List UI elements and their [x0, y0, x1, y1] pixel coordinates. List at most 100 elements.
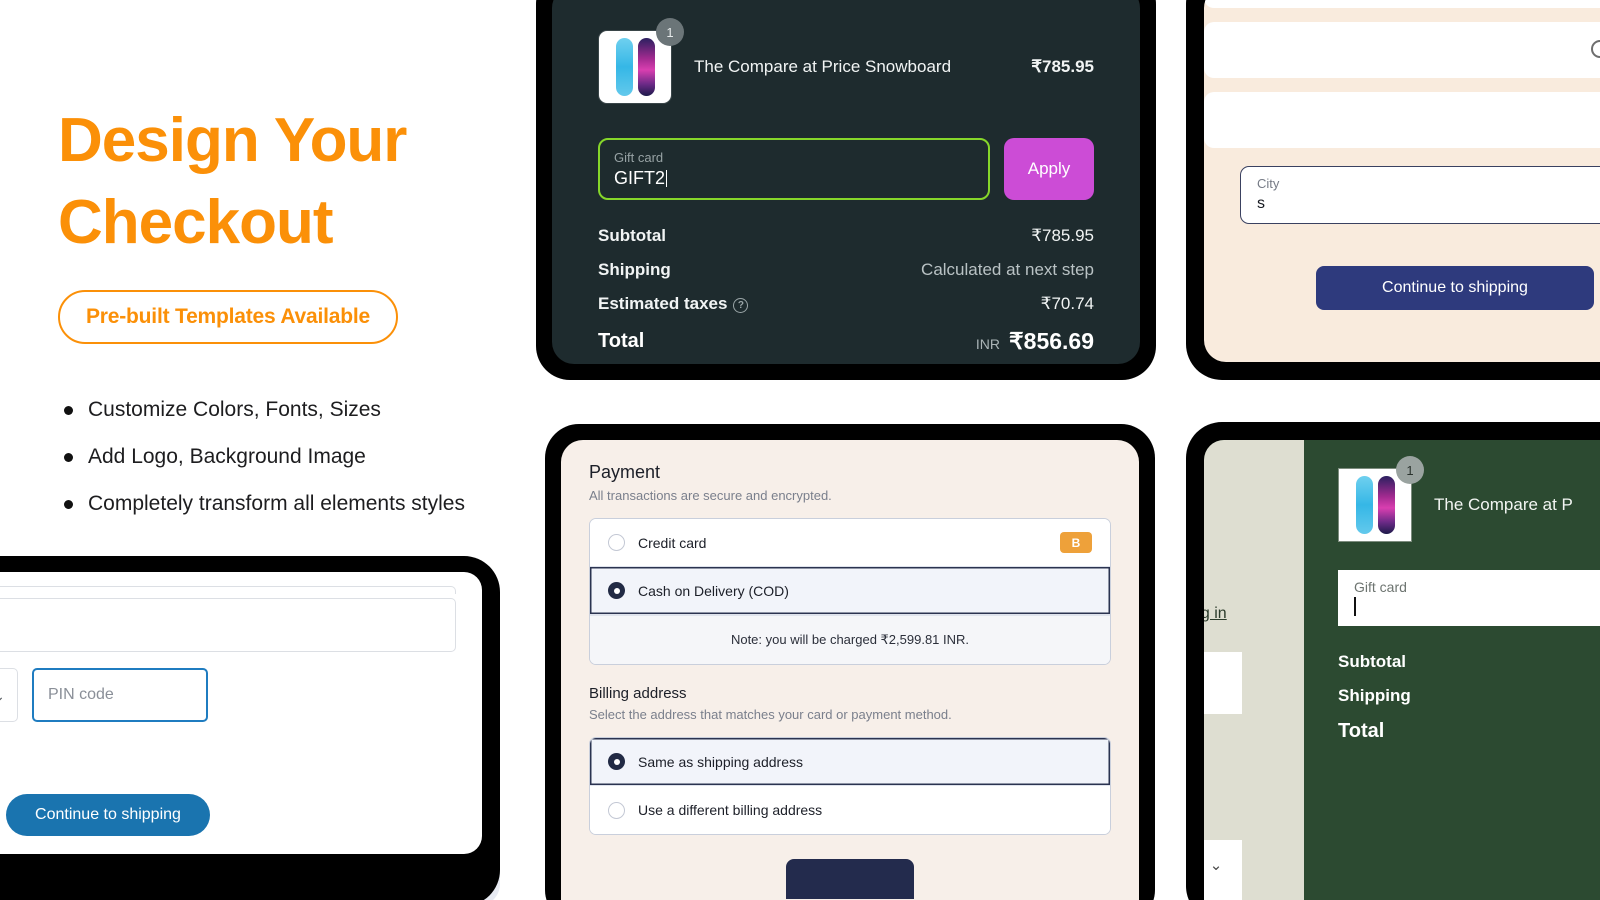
- shipping-address-card: etc. (optional) State Madhya Pradesh ⌄ P…: [0, 572, 482, 854]
- hero-title-line-2: Checkout: [58, 188, 333, 257]
- city-input[interactable]: City s: [1240, 166, 1600, 224]
- summary-value: Calculated at next step: [921, 260, 1094, 279]
- state-select[interactable]: State Madhya Pradesh ⌄: [0, 668, 18, 722]
- apply-button[interactable]: Apply: [1004, 138, 1094, 200]
- address-field-partial[interactable]: [0, 586, 456, 594]
- radio-icon[interactable]: [608, 801, 625, 819]
- radio-selected-icon[interactable]: [608, 753, 625, 770]
- gift-card-input[interactable]: Gift card: [1338, 570, 1600, 626]
- text-cursor: [666, 170, 668, 187]
- payment-device-frame: Payment All transactions are secure and …: [545, 424, 1155, 900]
- green-summary-panel: 1 The Compare at P Gift card Subtotal Sh…: [1304, 440, 1600, 900]
- pay-now-button[interactable]: [786, 859, 914, 899]
- radio-icon[interactable]: [608, 534, 625, 551]
- card-brand-badge: B: [1060, 532, 1092, 553]
- summary-label: Estimated taxes?: [598, 294, 749, 314]
- product-price: ₹785.95: [1031, 57, 1094, 76]
- hero-title-line-1: Design Your: [58, 106, 407, 175]
- gift-card-value: GIFT2: [614, 168, 668, 188]
- pin-code-input[interactable]: PIN code: [32, 668, 208, 722]
- snowboard-purple-icon: [637, 38, 655, 96]
- billing-option-same[interactable]: Same as shipping address: [590, 738, 1110, 786]
- payment-subtitle: All transactions are secure and encrypte…: [589, 488, 832, 503]
- bullet-icon: [64, 453, 73, 462]
- total-label: Total: [598, 330, 645, 352]
- billing-title: Billing address: [589, 685, 687, 702]
- log-in-link[interactable]: og in: [1204, 605, 1227, 623]
- product-thumbnail-wrap: 1: [598, 18, 684, 104]
- summary-row-taxes: Estimated taxes? ₹70.74: [598, 294, 1094, 314]
- product-name: The Compare at Price Snowboard: [694, 57, 952, 76]
- green-checkout-card: og in ⌄ 1 The Compare at P: [1204, 440, 1600, 900]
- list-item: Add Logo, Background Image: [58, 443, 528, 471]
- total-currency: INR: [975, 336, 1001, 352]
- bullet-icon: [64, 500, 73, 509]
- address-row: State Madhya Pradesh ⌄ PIN code: [0, 668, 456, 722]
- save-info-label: mation for next time: [0, 740, 456, 758]
- hero-section: Design Your Checkout Pre-built Templates…: [58, 100, 528, 537]
- page-title: Design Your Checkout: [58, 100, 528, 264]
- templates-badge: Pre-built Templates Available: [58, 290, 399, 344]
- payment-note: Note: you will be charged ₹2,599.81 INR.: [590, 615, 1110, 664]
- summary-label: Shipping: [1338, 686, 1411, 705]
- gift-card-value: [1354, 597, 1600, 621]
- apartment-input[interactable]: etc. (optional): [0, 598, 456, 652]
- product-name: The Compare at P: [1434, 495, 1573, 514]
- green-sidebar: og in ⌄: [1204, 440, 1304, 900]
- continue-to-shipping-button[interactable]: Continue to shipping: [6, 794, 210, 836]
- radio-selected-icon[interactable]: [608, 582, 625, 599]
- feature-label: Customize Colors, Fonts, Sizes: [88, 398, 381, 421]
- sidebar-select-field[interactable]: ⌄: [1204, 840, 1242, 900]
- gift-card-label: Gift card: [1354, 579, 1407, 595]
- billing-option-label: Same as shipping address: [638, 753, 803, 770]
- product-row: 1 The Compare at P: [1338, 456, 1600, 542]
- payment-method-credit-card[interactable]: Credit card B: [590, 519, 1110, 567]
- product-row: 1 The Compare at Price Snowboard ₹785.95: [598, 18, 1094, 104]
- payment-method-label: Credit card: [638, 534, 707, 551]
- product-thumbnail-wrap: 1: [1338, 456, 1424, 542]
- address-search-field[interactable]: [1204, 22, 1600, 78]
- quantity-badge: 1: [1396, 456, 1424, 484]
- quantity-badge: 1: [656, 18, 684, 46]
- list-item: Customize Colors, Fonts, Sizes: [58, 396, 528, 424]
- address-field-top[interactable]: [1204, 0, 1600, 8]
- summary-label: Subtotal: [1338, 652, 1406, 671]
- billing-option-label: Use a different billing address: [638, 802, 823, 818]
- order-summary-list: Subtotal Shipping Total: [1338, 652, 1600, 743]
- dark-order-summary-card: 1 The Compare at Price Snowboard ₹785.95…: [552, 0, 1140, 364]
- green-device-frame: og in ⌄ 1 The Compare at P: [1186, 422, 1600, 900]
- list-item: Completely transform all elements styles: [58, 490, 528, 518]
- white-device-frame: etc. (optional) State Madhya Pradesh ⌄ P…: [0, 556, 500, 900]
- bullet-icon: [64, 406, 73, 415]
- search-icon: [1591, 39, 1600, 61]
- chevron-down-icon: ⌄: [0, 688, 5, 705]
- payment-method-cod[interactable]: Cash on Delivery (COD): [590, 567, 1110, 615]
- city-label: City: [1257, 176, 1280, 191]
- payment-methods-group: Credit card B Cash on Delivery (COD) Not…: [589, 518, 1111, 665]
- cream-device-frame: City s Continue to shipping: [1186, 0, 1600, 380]
- total-value: ₹856.69: [1009, 328, 1094, 354]
- summary-row-subtotal: Subtotal ₹785.95: [598, 226, 1094, 246]
- billing-section: Billing address Select the address that …: [589, 685, 1111, 835]
- snowboard-blue-icon: [1355, 476, 1373, 534]
- continue-to-shipping-button[interactable]: Continue to shipping: [1316, 266, 1594, 310]
- feature-list: Customize Colors, Fonts, Sizes Add Logo,…: [58, 396, 528, 518]
- payment-method-label: Cash on Delivery (COD): [638, 582, 789, 599]
- summary-value: ₹70.74: [1040, 294, 1094, 313]
- billing-option-different[interactable]: Use a different billing address: [590, 786, 1110, 834]
- summary-label: Subtotal: [598, 226, 666, 245]
- snowboard-blue-icon: [615, 38, 633, 96]
- gift-card-row: Gift card GIFT2 Apply: [598, 138, 1094, 200]
- gift-card-input[interactable]: Gift card GIFT2: [598, 138, 990, 200]
- feature-label: Add Logo, Background Image: [88, 445, 366, 468]
- billing-options-group: Same as shipping address Use a different…: [589, 737, 1111, 835]
- summary-value: ₹785.95: [1031, 226, 1094, 245]
- city-value: s: [1257, 195, 1265, 212]
- gift-card-label: Gift card: [614, 150, 664, 165]
- sidebar-input-field[interactable]: [1204, 652, 1242, 714]
- snowboard-purple-icon: [1377, 476, 1395, 534]
- apartment-field[interactable]: [1204, 92, 1600, 148]
- chevron-down-icon: ⌄: [1209, 857, 1223, 874]
- total-amount: INR ₹856.69: [976, 328, 1094, 355]
- info-icon[interactable]: ?: [733, 298, 749, 313]
